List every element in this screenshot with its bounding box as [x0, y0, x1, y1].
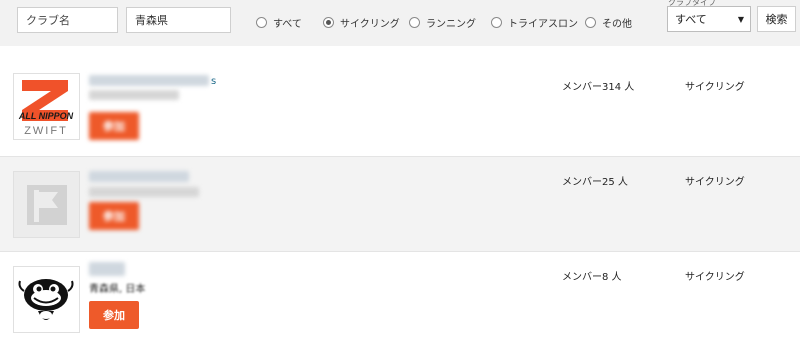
join-button[interactable]: 参加	[89, 301, 139, 329]
radio-running-label: ランニング	[426, 18, 476, 30]
club-category: サイクリング	[685, 177, 745, 188]
club-type-select-value: すべて	[675, 13, 707, 26]
club-title-redacted[interactable]	[89, 262, 125, 276]
club-logo[interactable]: ALL NIPPON ZWIFT	[13, 73, 80, 140]
placeholder-flag-icon	[14, 172, 79, 237]
club-title-redacted[interactable]	[89, 171, 189, 182]
club-row: 青森県, 日本 参加 メンバー8 人 サイクリング	[0, 252, 800, 347]
radio-triathlon[interactable]: トライアスロン	[491, 14, 578, 30]
club-logo[interactable]	[13, 266, 80, 333]
club-title-tail[interactable]: s	[211, 76, 216, 87]
club-title-redacted[interactable]	[89, 75, 209, 86]
radio-other-label: その他	[602, 18, 632, 30]
radio-triathlon-dot[interactable]	[491, 16, 502, 28]
member-count: メンバー25 人	[562, 177, 628, 188]
radio-cycling[interactable]: サイクリング	[323, 14, 400, 30]
club-location-redacted	[89, 187, 199, 197]
logo-text-bottom: ZWIFT	[24, 125, 68, 137]
chevron-down-icon: ▼	[737, 15, 744, 24]
join-button[interactable]: 参加	[89, 202, 139, 230]
club-name-input[interactable]	[17, 7, 118, 33]
club-category: サイクリング	[685, 82, 745, 93]
prefecture-input[interactable]	[126, 7, 231, 33]
radio-running-dot[interactable]	[409, 16, 420, 28]
radio-cycling-dot[interactable]	[323, 16, 334, 28]
club-logo[interactable]	[13, 171, 80, 238]
radio-all-label: すべて	[273, 18, 302, 30]
member-count: メンバー314 人	[562, 82, 635, 93]
radio-cycling-label: サイクリング	[340, 18, 400, 30]
join-button[interactable]: 参加	[89, 112, 139, 140]
radio-other[interactable]: その他	[585, 14, 632, 30]
member-count: メンバー8 人	[562, 272, 622, 283]
logo-text-top: ALL NIPPON	[18, 111, 74, 121]
radio-running[interactable]: ランニング	[409, 14, 476, 30]
club-type-select[interactable]: すべて ▼	[667, 6, 751, 32]
radio-other-dot[interactable]	[585, 16, 596, 28]
club-row: ALL NIPPON ZWIFT s 参加 メンバー314 人 サイクリング	[0, 46, 800, 157]
search-button[interactable]: 検索	[757, 6, 796, 32]
radio-triathlon-label: トライアスロン	[508, 18, 578, 30]
club-category: サイクリング	[685, 272, 745, 283]
radio-all[interactable]: すべて	[256, 14, 302, 30]
catfish-mascot-icon	[14, 267, 79, 332]
club-row: 参加 メンバー25 人 サイクリング	[0, 157, 800, 252]
filter-bar: すべて サイクリング ランニング トライアスロン その他 クラブタイプ すべて …	[0, 0, 800, 47]
club-location-redacted	[89, 90, 179, 100]
all-nippon-zwift-logo: ALL NIPPON ZWIFT	[14, 74, 79, 139]
club-location: 青森県, 日本	[89, 284, 146, 295]
radio-all-dot[interactable]	[256, 16, 267, 28]
